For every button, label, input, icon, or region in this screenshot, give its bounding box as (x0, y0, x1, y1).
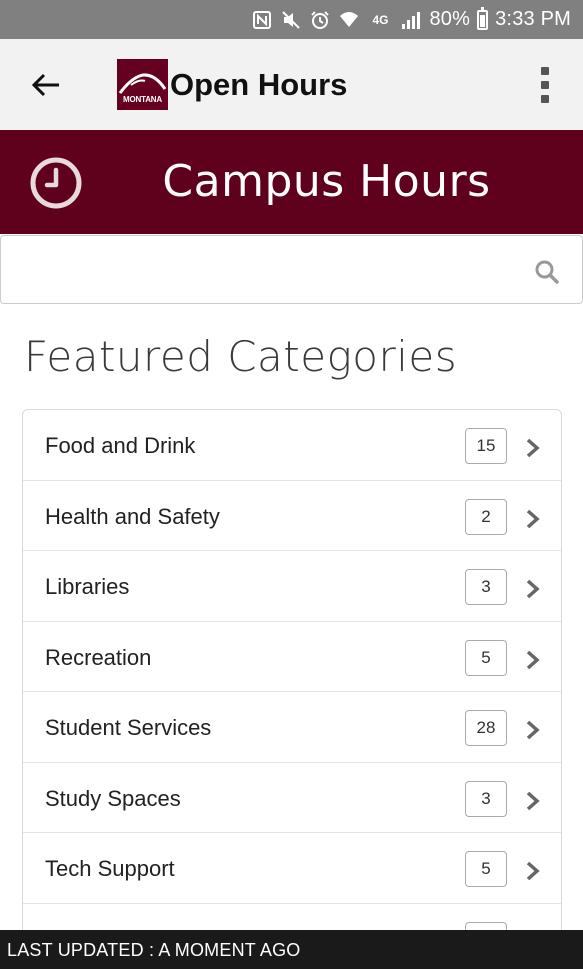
chevron-right-icon (526, 650, 540, 669)
signal-icon (400, 9, 422, 31)
status-icons: 4G 80% 3:33 PM (251, 0, 571, 39)
logo-text: MONTANA (123, 95, 162, 104)
search-icon[interactable] (534, 259, 560, 285)
category-label: Student Services (45, 715, 212, 740)
category-label: Food and Drink (45, 433, 196, 458)
chevron-right-icon (526, 791, 540, 810)
campus-hours-banner: Campus Hours (0, 130, 583, 234)
category-label: Recreation (45, 644, 152, 670)
category-count-badge: 5 (465, 639, 507, 676)
university-logo: MONTANA (117, 59, 168, 110)
category-item-tech-support[interactable]: Tech Support 5 (23, 833, 561, 904)
category-count-badge: 15 (465, 428, 507, 464)
overflow-dot (541, 95, 549, 103)
featured-categories-heading: Featured Categories (24, 332, 458, 381)
search-box[interactable] (0, 235, 583, 304)
category-count-badge: 3 (465, 780, 507, 817)
overflow-menu-button[interactable] (537, 67, 553, 103)
category-item-study-spaces[interactable]: Study Spaces 3 (23, 763, 561, 833)
wifi-icon (338, 9, 360, 31)
overflow-dot (541, 81, 549, 89)
category-label: Tech Support (45, 856, 175, 881)
overflow-dot (541, 67, 549, 75)
category-label: Study Spaces (45, 785, 181, 811)
alarm-icon (309, 9, 331, 31)
category-label: Health and Safety (45, 503, 220, 529)
category-item-health-and-safety[interactable]: Health and Safety 2 (23, 481, 561, 551)
category-count-badge: 3 (465, 569, 507, 605)
clock-time: 3:33 PM (495, 8, 571, 30)
category-label: Libraries (45, 574, 130, 599)
chevron-right-icon (526, 861, 540, 881)
chevron-right-icon (526, 579, 540, 599)
battery-percent: 80% (429, 8, 471, 30)
last-updated-text: LAST UPDATED : A MOMENT AGO (7, 940, 301, 960)
nfc-icon (251, 9, 273, 31)
banner-title: Campus Hours (162, 156, 491, 207)
app-bar: MONTANA Open Hours (0, 39, 583, 130)
category-item-student-services[interactable]: Student Services 28 (23, 692, 561, 763)
mute-icon (280, 9, 302, 31)
back-arrow-icon (31, 73, 59, 97)
category-item-food-and-drink[interactable]: Food and Drink 15 (23, 410, 561, 481)
search-input[interactable] (15, 246, 515, 293)
category-count-badge: 5 (465, 851, 507, 887)
back-button[interactable] (26, 65, 66, 105)
category-count-badge: 28 (465, 710, 507, 746)
last-updated-bar: LAST UPDATED : A MOMENT AGO (0, 930, 583, 969)
category-count-badge: 2 (465, 498, 507, 535)
app-title: Open Hours (170, 67, 348, 102)
category-list: Food and Drink 15 Health and Safety 2 Li… (22, 409, 562, 969)
chevron-right-icon (526, 720, 540, 740)
category-item-recreation[interactable]: Recreation 5 (23, 622, 561, 692)
chevron-right-icon (526, 509, 540, 528)
battery-icon (477, 6, 489, 30)
category-item-libraries[interactable]: Libraries 3 (23, 551, 561, 622)
status-bar: 4G 80% 3:33 PM (0, 0, 583, 39)
lte-icon: 4G (372, 12, 389, 27)
chevron-right-icon (526, 438, 540, 458)
